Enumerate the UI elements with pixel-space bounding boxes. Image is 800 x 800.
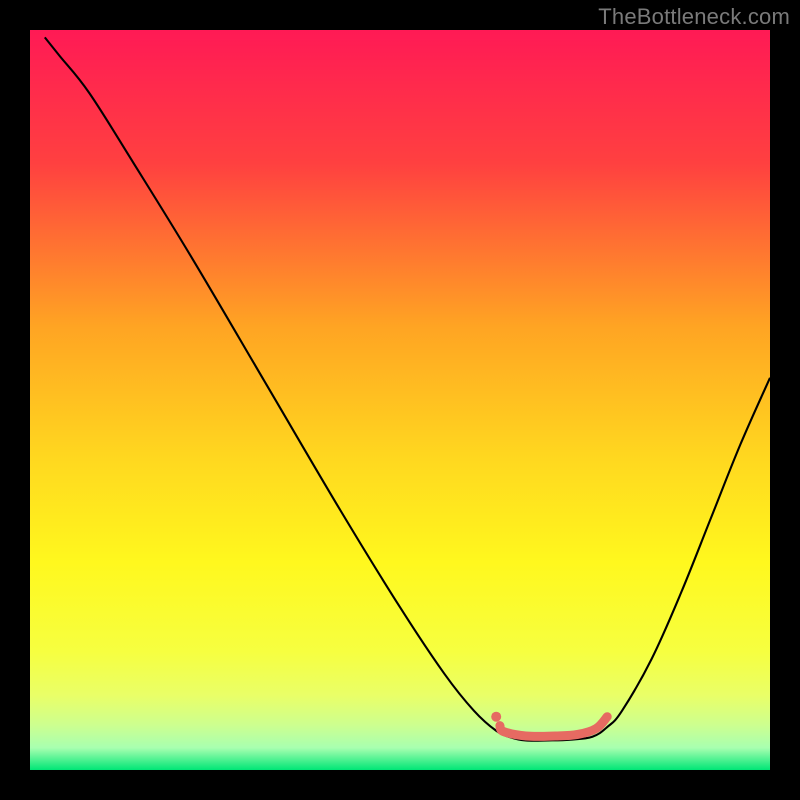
series-dot-point <box>491 712 501 722</box>
watermark-text: TheBottleneck.com <box>598 4 790 30</box>
chart-svg <box>30 30 770 770</box>
gradient-background <box>30 30 770 770</box>
chart-plot-area <box>30 30 770 770</box>
chart-frame: TheBottleneck.com <box>0 0 800 800</box>
